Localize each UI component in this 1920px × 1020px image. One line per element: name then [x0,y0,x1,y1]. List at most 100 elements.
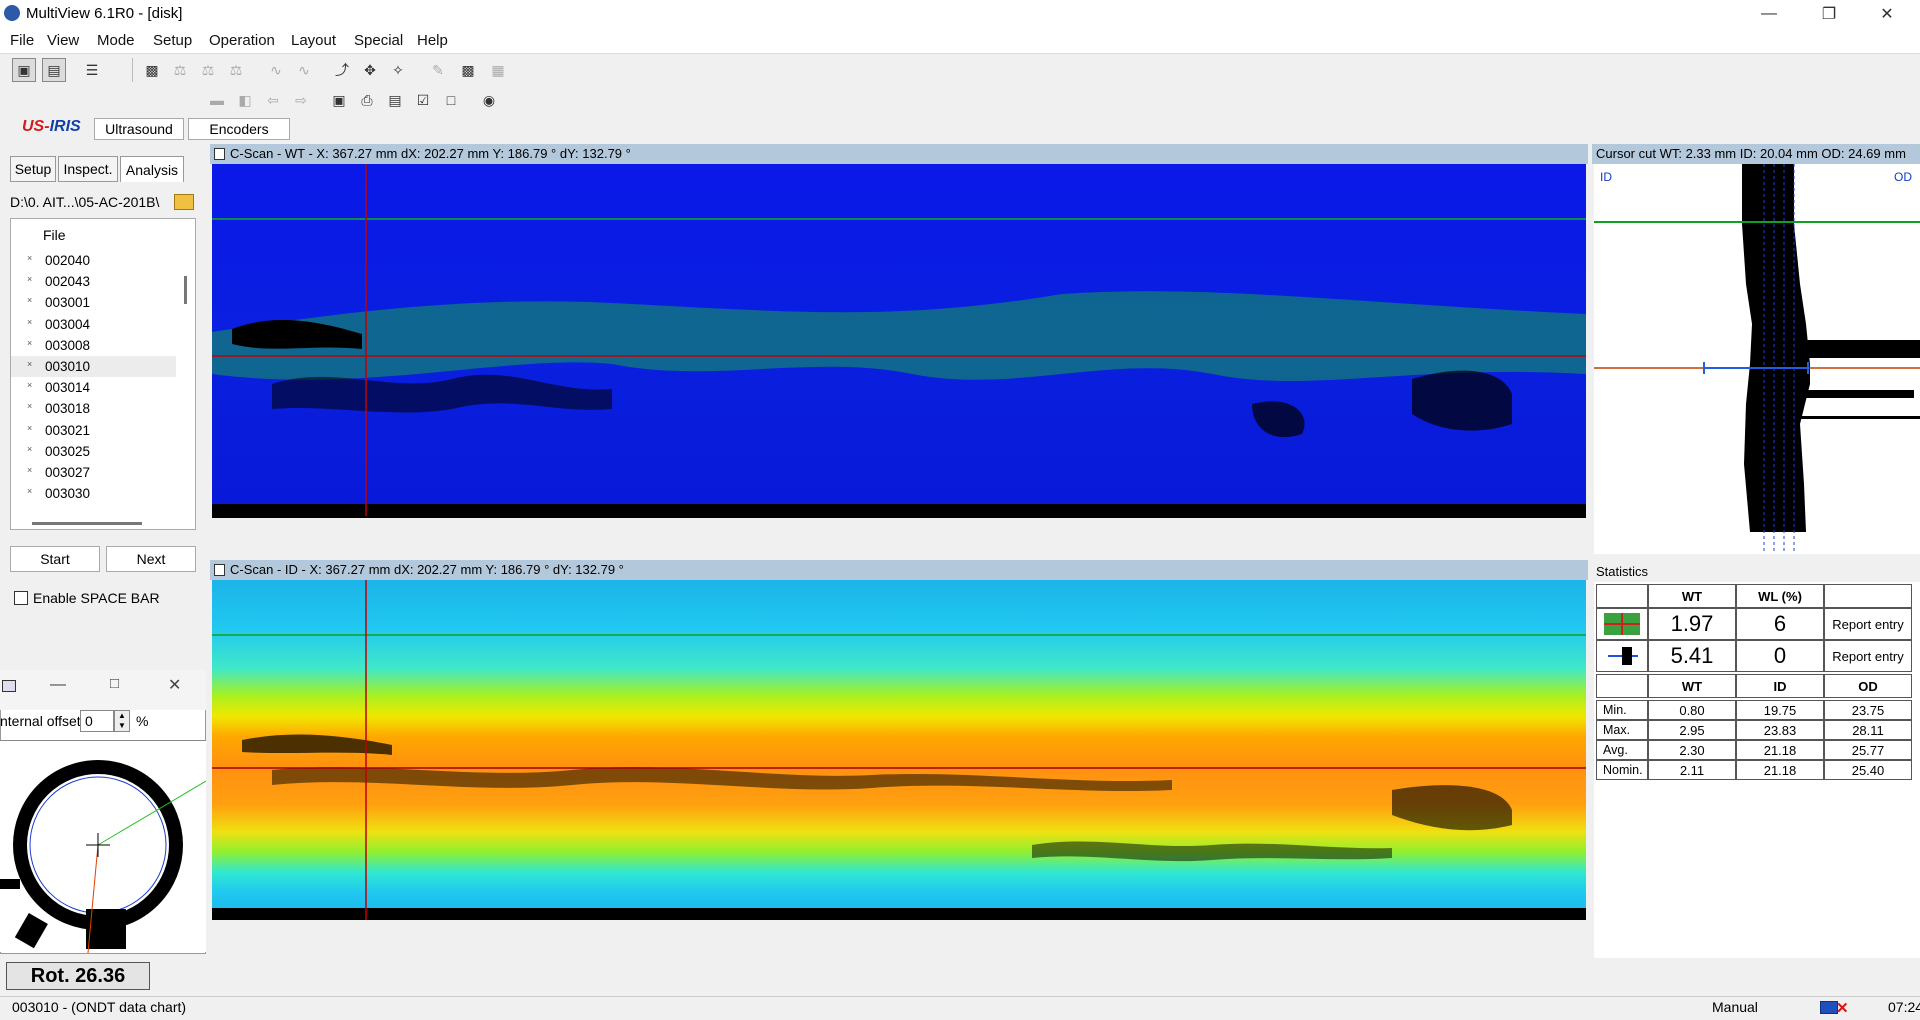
stats-min-id: 19.75 [1736,700,1824,720]
tab-encoders[interactable]: Encoders [188,118,290,140]
file-list-item[interactable]: × 003021 [11,420,176,441]
offset-input[interactable]: 0 [80,710,114,732]
us-iris-logo: US-IRIS [22,118,81,136]
file-list-item[interactable]: × 002043 [11,271,176,292]
cursor-cut-titlebar: Cursor cut WT: 2.33 mm ID: 20.04 mm OD: … [1592,144,1920,164]
file-marker-icon: × [27,295,33,306]
probe-icon[interactable]: ▩ [140,58,164,82]
float-close-icon[interactable]: ✕ [168,675,181,695]
page-icon[interactable]: □ [439,88,463,112]
brush-icon[interactable]: ✎ [426,58,450,82]
close-button[interactable]: ✕ [1864,0,1910,28]
arrow-left-icon[interactable]: ⇦ [261,88,285,112]
layout-view-2-icon[interactable]: ▤ [42,58,66,82]
report-entry-button-2[interactable]: Report entry [1824,640,1912,672]
file-list-item[interactable]: × 003014 [11,377,176,398]
camera-icon[interactable]: ◉ [477,88,501,112]
cscan-id-titlebar: C-Scan - ID - X: 367.27 mm dX: 202.27 mm… [210,560,1588,580]
folder-icon[interactable] [174,194,194,210]
tab-ultrasound[interactable]: Ultrasound [94,118,184,140]
file-list-item[interactable]: × 002040 [11,250,176,271]
menu-setup[interactable]: Setup [153,32,192,49]
menu-mode[interactable]: Mode [97,32,135,49]
next-button[interactable]: Next [106,546,196,572]
wave-a-icon[interactable]: ∿ [264,58,288,82]
scale-a-icon[interactable]: ⚖ [196,58,220,82]
window-title: MultiView 6.1R0 - [disk] [26,5,183,22]
file-marker-icon: × [27,486,33,497]
file-list-item[interactable]: × 003030 [11,483,176,504]
file-list-item[interactable]: × 003010 [11,356,176,377]
move-icon[interactable]: ✥ [358,58,382,82]
file-marker-icon: × [27,380,33,391]
menu-operation[interactable]: Operation [209,32,275,49]
menu-help[interactable]: Help [417,32,448,49]
file-list-item[interactable]: × 003025 [11,441,176,462]
stats-max-wt: 2.95 [1648,720,1736,740]
file-list-item[interactable]: × 003027 [11,462,176,483]
menu-layout[interactable]: Layout [291,32,336,49]
save-icon[interactable]: ▣ [327,88,351,112]
cscan-id-title: C-Scan - ID - X: 367.27 mm dX: 202.27 mm… [230,562,624,577]
layout-view-1-icon[interactable]: ▣ [12,58,36,82]
menu-special[interactable]: Special [354,32,403,49]
palette-icon[interactable]: ▩ [456,58,480,82]
space-bar-checkbox[interactable] [14,591,28,605]
float-minimize-icon[interactable]: — [50,676,66,694]
file-marker-icon: × [27,465,33,475]
cscan-wt-image [212,164,1586,532]
file-marker-icon: × [27,443,33,454]
menu-view[interactable]: View [47,32,79,49]
restore-button[interactable]: ❐ [1806,0,1852,28]
file-column-header: File [43,227,66,243]
minimize-button[interactable]: — [1746,0,1792,28]
float-maximize-icon[interactable]: □ [110,675,119,692]
file-list-item[interactable]: × 003018 [11,398,176,419]
grid-icon[interactable]: ▦ [486,58,510,82]
arrow-right-icon[interactable]: ⇨ [289,88,313,112]
start-button[interactable]: Start [10,546,100,572]
stats-row1-wl: 6 [1736,608,1824,640]
file-list-item[interactable]: × 003008 [11,335,176,356]
print-icon[interactable]: ⎙ [355,88,379,112]
status-time: 07:24 [1888,999,1920,1015]
stats-row1-wt: 1.97 [1648,608,1736,640]
stats-nomin-id: 21.18 [1736,760,1824,780]
pipe-cross-section[interactable] [0,740,207,954]
file-list-hscroll[interactable] [32,522,142,525]
zoom-icon[interactable]: ✧ [386,58,410,82]
file-name: 003010 [45,359,91,374]
scale-b-icon[interactable]: ⚖ [224,58,248,82]
checklist-icon[interactable]: ☰ [80,58,104,82]
file-name: 003014 [45,380,91,396]
cscan-id-view[interactable] [212,580,1586,936]
check-doc-icon[interactable]: ☑ [411,88,435,112]
menu-file[interactable]: File [10,32,34,49]
tab-inspect[interactable]: Inspect. [58,156,118,182]
align-icon[interactable]: ◧ [233,88,257,112]
report-entry-button-1[interactable]: Report entry [1824,608,1912,640]
title-bar [0,0,1920,28]
statistics-panel: WT WL (%) 1.97 6 Report entry 5.41 0 Rep… [1594,582,1920,958]
stats-max-id: 23.83 [1736,720,1824,740]
file-list[interactable]: File × 002040 × 002043 × 003001 × 003004 × 003008… [10,218,196,530]
pointer-icon[interactable]: ⤴ [330,58,354,82]
cut-od-label: OD [1894,170,1912,184]
wave-b-icon[interactable]: ∿ [292,58,316,82]
offset-spinner[interactable]: ▲ ▼ [114,710,130,732]
toolbar-secondary: ▬ ◧ ⇦ ⇨ ▣ ⎙ ▤ ☑ □ ◉ [195,86,516,114]
report-icon[interactable]: ▤ [383,88,407,112]
panel-menu-icon[interactable] [214,148,225,160]
file-list-item[interactable]: × 003004 [11,314,176,335]
file-list-item[interactable]: × 003001 [11,292,176,313]
file-name: 003021 [45,422,91,438]
cscan-wt-view[interactable] [212,164,1586,532]
ruler-icon[interactable]: ▬ [205,88,229,112]
balance-icon[interactable]: ⚖ [168,58,192,82]
tab-analysis[interactable]: Analysis [120,156,184,182]
tab-setup[interactable]: Setup [10,156,56,182]
panel-menu-icon[interactable] [214,564,225,576]
stats-label-nomin: Nomin. [1596,760,1648,780]
file-list-vscroll[interactable] [184,276,187,304]
cursor-cut-view[interactable]: ID OD [1594,164,1920,554]
